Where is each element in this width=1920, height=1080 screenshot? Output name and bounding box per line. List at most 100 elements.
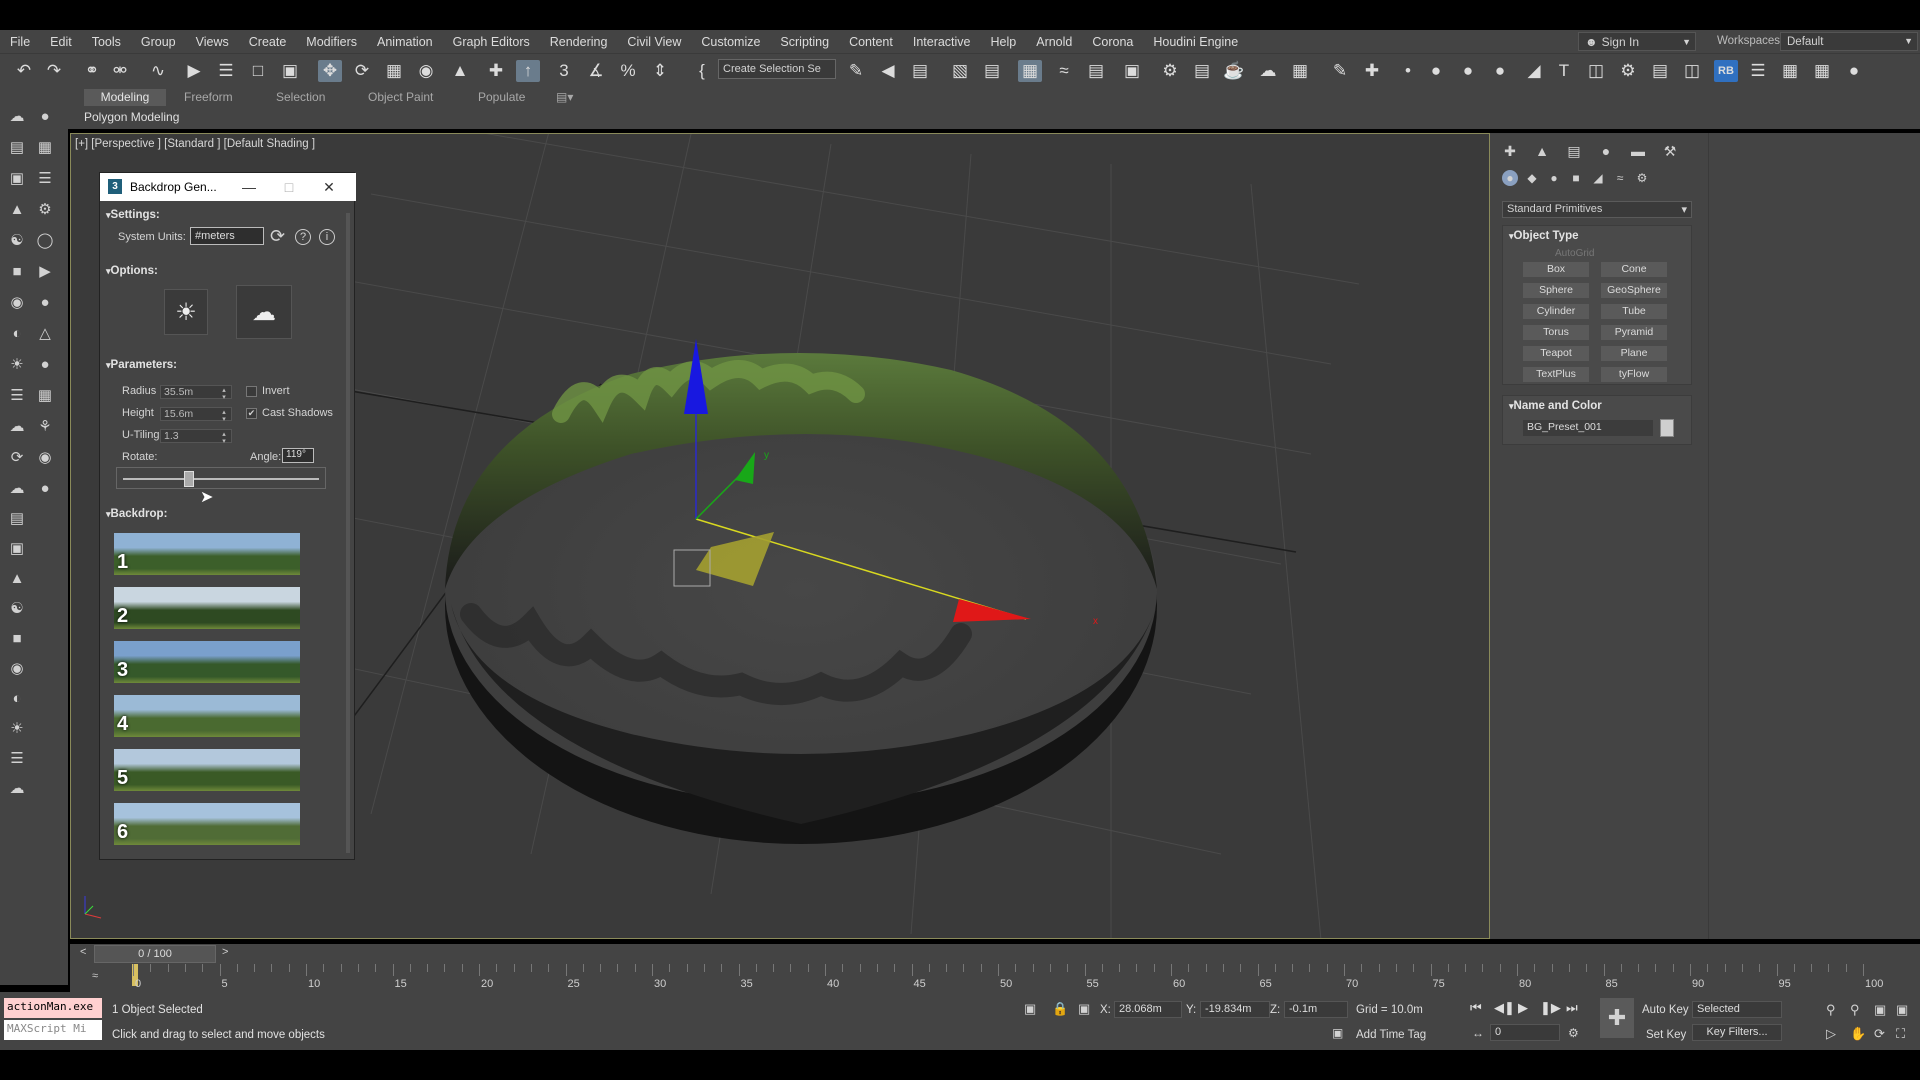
- key-filters-button[interactable]: Key Filters...: [1692, 1024, 1782, 1041]
- particles-icon[interactable]: ☰: [6, 384, 28, 406]
- shapes-icon[interactable]: ◆: [1524, 170, 1540, 186]
- time-slider[interactable]: 0 / 100: [94, 945, 216, 963]
- menu-create[interactable]: Create: [239, 35, 297, 49]
- pan-view-icon[interactable]: ✋: [1850, 1026, 1866, 1042]
- create-torus-button[interactable]: Torus: [1523, 325, 1589, 340]
- spinner-snap-icon[interactable]: ⇕: [648, 60, 672, 82]
- percent-snap-icon[interactable]: %: [616, 60, 640, 82]
- go-to-start-icon[interactable]: ⏮: [1470, 1000, 1482, 1016]
- dialog-scrollbar[interactable]: [346, 213, 350, 853]
- object-name-field[interactable]: BG_Preset_001: [1523, 420, 1653, 436]
- material-icon[interactable]: ▣: [6, 537, 28, 559]
- circle-icon[interactable]: ●: [1842, 60, 1866, 82]
- light-backdrop-icon[interactable]: ☀: [164, 289, 208, 335]
- grid-tool-icon[interactable]: ▦: [1778, 60, 1802, 82]
- menu-animation[interactable]: Animation: [367, 35, 443, 49]
- system-units-field[interactable]: #meters: [190, 227, 264, 245]
- named-selection-set-dropdown[interactable]: Create Selection Se: [718, 59, 836, 79]
- menu-corona[interactable]: Corona: [1082, 35, 1143, 49]
- grid-tool-2-icon[interactable]: ▦: [1810, 60, 1834, 82]
- height-spinner[interactable]: 15.6m: [160, 407, 232, 422]
- create-tab-icon[interactable]: ✚: [1500, 142, 1520, 160]
- perspective-viewport[interactable]: x y [+] [Perspective ] [Standard ] [Defa…: [70, 133, 1490, 939]
- ring-icon[interactable]: ◯: [34, 229, 56, 251]
- previous-frame-icon[interactable]: ◀❚: [1494, 1000, 1515, 1016]
- motion-tab-icon[interactable]: ●: [1596, 142, 1616, 160]
- add-time-tag-button[interactable]: Add Time Tag: [1356, 1029, 1426, 1041]
- backdrop-thumbnail[interactable]: 6: [114, 803, 300, 845]
- cast-shadows-checkbox[interactable]: ✔: [246, 408, 257, 419]
- backdrop-thumbnail[interactable]: 3: [114, 641, 300, 683]
- next-frame-icon[interactable]: ❚▶: [1540, 1000, 1561, 1016]
- gear-icon[interactable]: ⚙: [34, 198, 56, 220]
- pivot-center-icon[interactable]: ✚: [484, 60, 508, 82]
- maxscript-listener[interactable]: actionMan.exe: [4, 998, 102, 1018]
- create-textplus-button[interactable]: TextPlus: [1523, 367, 1589, 382]
- help-icon[interactable]: ?: [295, 229, 311, 245]
- split-icon[interactable]: ◫: [1680, 60, 1704, 82]
- create-cylinder-button[interactable]: Cylinder: [1523, 304, 1589, 319]
- cloud-icon[interactable]: ☁: [6, 415, 28, 437]
- go-to-end-icon[interactable]: ⏭: [1566, 1000, 1578, 1016]
- schematic-view-icon[interactable]: ▤: [1084, 60, 1108, 82]
- menu-file[interactable]: File: [0, 35, 40, 49]
- curve-editor-toggle-icon[interactable]: ≈: [92, 970, 98, 982]
- paint-tool-icon[interactable]: ●: [34, 105, 56, 127]
- object-type-header[interactable]: Object Type: [1509, 230, 1579, 242]
- sun-icon[interactable]: ☀: [6, 717, 28, 739]
- render-production-icon[interactable]: ☕: [1222, 60, 1246, 82]
- edit-named-selection-icon[interactable]: {: [690, 60, 714, 82]
- maximize-viewport-icon[interactable]: ⛶: [1896, 1026, 1905, 1042]
- rotate-slider[interactable]: [116, 467, 326, 489]
- sphere-icon[interactable]: ●: [1456, 60, 1480, 82]
- backdrop-thumbnail[interactable]: 1: [114, 533, 300, 575]
- zoom-all-icon[interactable]: ⚲: [1850, 1002, 1860, 1018]
- mirror-icon[interactable]: ◀: [876, 60, 900, 82]
- gear-settings-icon[interactable]: ⚙: [1616, 60, 1640, 82]
- invert-checkbox[interactable]: [246, 386, 257, 397]
- menu-edit[interactable]: Edit: [40, 35, 82, 49]
- toggle-ribbon-icon[interactable]: ▦: [1018, 60, 1042, 82]
- menu-arnold[interactable]: Arnold: [1026, 35, 1082, 49]
- menu-tools[interactable]: Tools: [82, 35, 131, 49]
- systems-icon[interactable]: ⚙: [1634, 170, 1650, 186]
- render-setup-icon[interactable]: ⚙: [1158, 60, 1182, 82]
- slate-icon[interactable]: ▤: [6, 136, 28, 158]
- dialog-titlebar[interactable]: 3 Backdrop Gen... — □ ✕: [100, 173, 356, 201]
- tab-freeform[interactable]: Freeform: [176, 89, 241, 106]
- half-circle-icon[interactable]: ◐: [6, 322, 28, 344]
- list-icon[interactable]: ☰: [34, 167, 56, 189]
- helpers-icon[interactable]: ◢: [1590, 170, 1606, 186]
- menu-houdini-engine[interactable]: Houdini Engine: [1143, 35, 1248, 49]
- dot-icon[interactable]: •: [1396, 60, 1420, 82]
- menu-help[interactable]: Help: [981, 35, 1027, 49]
- sphere-alt-icon[interactable]: ◉: [34, 446, 56, 468]
- tab-populate[interactable]: Populate: [470, 89, 533, 106]
- current-frame-field[interactable]: 0: [1490, 1024, 1560, 1041]
- display-tab-icon[interactable]: ▬: [1628, 142, 1648, 160]
- import-backdrop-icon[interactable]: ☁: [236, 285, 292, 339]
- set-key-large-icon[interactable]: ✚: [1600, 998, 1634, 1038]
- create-pyramid-button[interactable]: Pyramid: [1601, 325, 1667, 340]
- radius-spinner[interactable]: 35.5m: [160, 385, 232, 400]
- rotate-icon[interactable]: ⟳: [6, 446, 28, 468]
- select-and-move-icon[interactable]: ✥: [318, 60, 342, 82]
- half-circle-icon[interactable]: ◐: [6, 687, 28, 709]
- tab-selection[interactable]: Selection: [268, 89, 333, 106]
- viewport-tool-icon[interactable]: ☁: [6, 105, 28, 127]
- viewport-tool-icon[interactable]: ☁: [6, 477, 28, 499]
- play-icon[interactable]: ▶: [1518, 1000, 1528, 1016]
- a360-gallery-icon[interactable]: ▦: [1288, 60, 1312, 82]
- modifier-list-icon[interactable]: ▦: [34, 136, 56, 158]
- maximize-icon[interactable]: □: [278, 176, 300, 198]
- create-tyflow-button[interactable]: tyFlow: [1601, 367, 1667, 382]
- undo-icon[interactable]: ↶: [12, 60, 36, 82]
- render-icon[interactable]: ▶: [34, 260, 56, 282]
- space-warps-icon[interactable]: ≈: [1612, 170, 1628, 186]
- z-coordinate-field[interactable]: -0.1m: [1284, 1001, 1348, 1018]
- menu-graph-editors[interactable]: Graph Editors: [443, 35, 540, 49]
- particles-icon[interactable]: ☰: [6, 747, 28, 769]
- x-coordinate-field[interactable]: 28.068m: [1114, 1001, 1182, 1018]
- angle-field[interactable]: 119°: [282, 448, 314, 463]
- zoom-extents-all-icon[interactable]: ▣: [1896, 1002, 1908, 1018]
